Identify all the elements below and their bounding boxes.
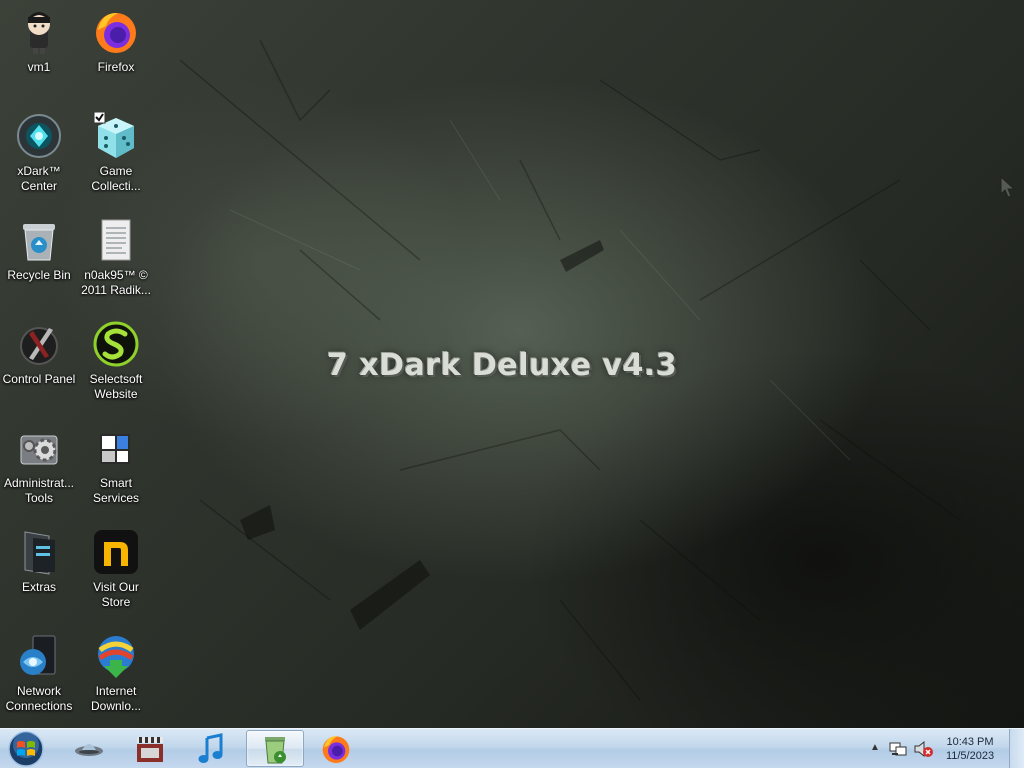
admin-tools-icon — [20, 435, 58, 465]
desktop-icon-label: Internet Downlo... — [90, 684, 142, 713]
desktop-icon-label: Network Connections — [5, 684, 73, 713]
wallpaper-title: 7 xDark Deluxe v4.3 — [327, 348, 678, 383]
desktop-icon-administrative-tools[interactable]: Administrat... Tools — [1, 420, 77, 520]
desktop[interactable]: vm1 xDark™ Center Recycle Bin Control Pa… — [0, 0, 1024, 728]
desktop-icon-game-collection[interactable]: Game Collecti... — [78, 108, 154, 208]
firefox-icon — [322, 735, 350, 763]
network-tray-icon[interactable] — [889, 740, 907, 758]
taskbar-pinned-music[interactable] — [182, 730, 240, 767]
user-avatar-icon — [28, 12, 50, 54]
desktop-icon-label: Administrat... Tools — [3, 476, 75, 505]
desktop-icon-selectsoft-website[interactable]: Selectsoft Website — [78, 316, 154, 416]
desktop-icon-xdark-center[interactable]: xDark™ Center — [1, 108, 77, 208]
clock-time: 10:43 PM — [946, 736, 994, 748]
desktop-icon-label: Game Collecti... — [91, 164, 141, 193]
ufo-icon — [75, 743, 103, 756]
desktop-icon-n0ak95[interactable]: n0ak95™ © 2011 Radik... — [78, 212, 154, 312]
desktop-icon-label: vm1 — [27, 60, 51, 74]
film-clapper-icon — [137, 736, 163, 762]
recycle-bin-icon — [23, 224, 55, 261]
control-panel-icon — [20, 327, 58, 365]
desktop-icon-firefox[interactable]: Firefox — [78, 4, 154, 104]
desktop-icon-label: Control Panel — [2, 372, 76, 386]
desktop-icon-recycle-bin[interactable]: Recycle Bin — [1, 212, 77, 312]
desktop-icon-extras[interactable]: Extras — [1, 524, 77, 624]
desktop-icon-label: Recycle Bin — [7, 268, 71, 282]
desktop-icon-label: Selectsoft Website — [89, 372, 143, 401]
desktop-icon-label: xDark™ Center — [17, 164, 61, 193]
desktop-icon-visit-our-store[interactable]: Visit Our Store — [78, 524, 154, 624]
extras-folder-icon — [24, 531, 55, 575]
firefox-icon — [96, 12, 136, 53]
smart-services-icon — [100, 434, 130, 464]
desktop-icon-network-connections[interactable]: Network Connections — [1, 628, 77, 728]
desktop-icon-label: Smart Services — [92, 476, 139, 505]
desktop-icon-internet-download-manager[interactable]: Internet Downlo... — [78, 628, 154, 728]
taskbar-pinned-firefox[interactable] — [307, 730, 365, 767]
mouse-cursor-icon — [1000, 176, 1016, 198]
recycle-bin-green-icon — [265, 736, 286, 763]
internet-download-manager-icon — [98, 636, 134, 678]
desktop-icon-smart-services[interactable]: Smart Services — [78, 420, 154, 520]
desktop-icon-vm1[interactable]: vm1 — [1, 4, 77, 104]
xdark-center-icon — [17, 114, 61, 158]
dice-icon — [93, 112, 134, 158]
taskbar-pinned-ufo[interactable] — [60, 730, 118, 767]
volume-muted-icon[interactable] — [913, 740, 933, 758]
desktop-icon-label: Visit Our Store — [93, 580, 139, 609]
start-button[interactable] — [6, 730, 46, 768]
show-hidden-icons-button[interactable]: ▲ — [870, 742, 880, 753]
clock-date: 11/5/2023 — [945, 750, 995, 762]
windows-orb-icon — [8, 731, 44, 767]
network-icon — [20, 635, 56, 675]
document-icon — [101, 219, 131, 261]
store-icon — [94, 530, 138, 574]
desktop-icon-label: Extras — [21, 580, 56, 594]
show-desktop-button[interactable] — [1009, 729, 1024, 768]
taskbar-pinned-recycle[interactable] — [246, 730, 304, 767]
taskbar: ▲ 10:43 PM 11/5/2023 — [0, 728, 1024, 768]
music-note-icon — [198, 732, 223, 763]
selectsoft-icon — [93, 321, 139, 367]
desktop-icon-control-panel[interactable]: Control Panel — [1, 316, 77, 416]
taskbar-pinned-media-center[interactable] — [121, 730, 179, 767]
desktop-icon-label: Firefox — [97, 60, 135, 74]
desktop-icon-label: n0ak95™ © 2011 Radik... — [81, 268, 151, 297]
taskbar-clock[interactable]: 10:43 PM 11/5/2023 — [940, 735, 1000, 763]
